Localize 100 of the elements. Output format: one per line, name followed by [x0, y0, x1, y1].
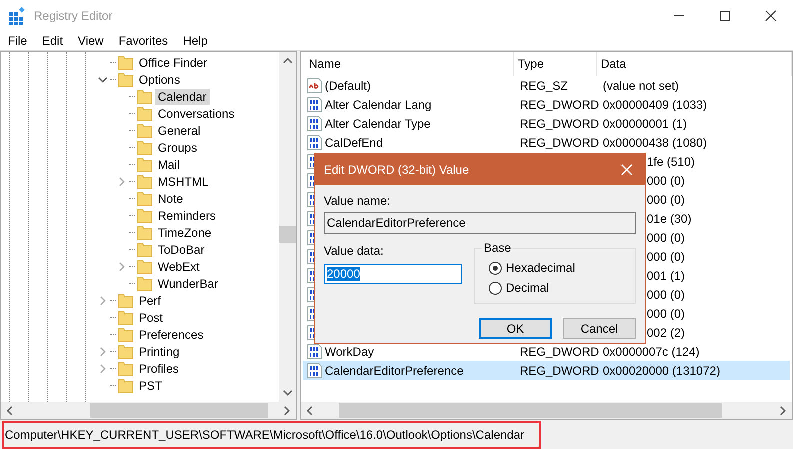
value-name: CalDefEnd [325, 136, 384, 150]
menu-item[interactable]: View [78, 34, 104, 48]
value-data: 002 (2) [647, 326, 686, 340]
value-data: 000 (0) [647, 288, 686, 302]
folder-icon [137, 258, 153, 274]
value-data: 000 (0) [647, 230, 686, 244]
folder-icon [137, 190, 153, 206]
folder-icon [118, 344, 134, 360]
folder-icon [118, 326, 134, 342]
value-data: (value not set) [603, 78, 680, 92]
tree-item[interactable]: Post [136, 310, 166, 326]
value-data: 000 (0) [647, 306, 686, 320]
list-row[interactable]: Alter Calendar Lang REG_DWORD 0x00000409 (1033) [303, 95, 790, 114]
radio-button[interactable] [489, 282, 502, 294]
maximize-icon[interactable] [719, 10, 731, 22]
value-name: Alter Calendar Type [325, 116, 431, 130]
folder-icon [118, 360, 134, 376]
tree-item[interactable]: Perf [136, 292, 164, 308]
dialog-title: Edit DWORD (32-bit) Value [324, 162, 470, 176]
tree-item[interactable]: Office Finder [136, 54, 210, 70]
value-data-field[interactable]: 20000 [324, 264, 462, 284]
chevron-left-icon[interactable] [305, 406, 315, 416]
chevron-right-icon[interactable] [282, 406, 292, 416]
scrollbar-thumb[interactable] [279, 226, 296, 243]
field-label: Value data: [324, 244, 385, 258]
folder-icon [137, 140, 153, 156]
tree-item[interactable]: ToDoBar [155, 242, 208, 258]
radio-label[interactable]: Decimal [506, 281, 550, 295]
menu-item[interactable]: Edit [42, 34, 64, 48]
value-name: (Default) [325, 78, 372, 92]
value-name: WorkDay [325, 344, 374, 358]
folder-icon [118, 72, 134, 88]
value-type: REG_DWORD [520, 364, 600, 378]
tree-item[interactable]: TimeZone [155, 224, 215, 240]
horizontal-scrollbar[interactable] [1, 402, 296, 419]
close-icon[interactable] [765, 10, 777, 22]
folder-icon [118, 54, 134, 70]
vertical-scrollbar[interactable] [279, 52, 296, 402]
tree-item[interactable]: Profiles [136, 360, 182, 376]
value-type: REG_DWORD [520, 98, 600, 112]
tree-item[interactable]: MSHTML [155, 174, 212, 190]
tree-item[interactable]: Groups [155, 140, 200, 156]
value-type: REG_DWORD [520, 116, 600, 130]
tree-item[interactable]: WunderBar [155, 276, 222, 292]
folder-icon [118, 310, 134, 326]
chevron-right-icon[interactable] [778, 406, 788, 416]
chevron-left-icon[interactable] [5, 406, 15, 416]
tree-item[interactable]: Calendar [155, 88, 210, 104]
tree-item[interactable]: PST [136, 378, 166, 394]
tree-item[interactable]: Note [155, 190, 186, 206]
tree-item[interactable]: Mail [155, 156, 184, 172]
tree-item[interactable]: Printing [136, 344, 183, 360]
tree-item[interactable]: WebExt [155, 258, 203, 274]
field-label: Value name: [324, 194, 392, 208]
folder-icon [137, 174, 153, 190]
value-name-field[interactable]: CalendarEditorPreference [324, 212, 636, 234]
dialog-button[interactable]: Cancel [563, 318, 636, 339]
value-data: 0x00020000 (131072) [603, 364, 720, 378]
list-row[interactable]: CalendarEditorPreference REG_DWORD 0x00020000 (131072) [303, 361, 790, 380]
tree-item[interactable]: Preferences [136, 326, 207, 342]
value-data: 0x0000007c (124) [603, 344, 700, 358]
value-data: 01e (30) [647, 212, 692, 226]
tree-item[interactable]: General [155, 122, 204, 138]
status-path: Computer\HKEY_CURRENT_USER\SOFTWARE\Microsoft\Office\16.0\Outlook\Options\Calendar [2, 420, 541, 448]
value-data: 000 (0) [647, 174, 686, 188]
scrollbar-thumb[interactable] [90, 403, 268, 418]
chevron-up-icon[interactable] [282, 56, 292, 66]
tree-item[interactable]: Reminders [155, 208, 220, 224]
horizontal-scrollbar[interactable] [301, 402, 792, 419]
value-data: 000 (0) [647, 192, 686, 206]
radio-button[interactable] [489, 262, 502, 274]
list-row[interactable]: CalDefEnd REG_DWORD 0x00000438 (1080) [303, 133, 790, 152]
binary-value-icon [307, 344, 323, 360]
radio-label[interactable]: Hexadecimal [506, 261, 576, 275]
list-row[interactable]: WorkDay REG_DWORD 0x0000007c (124) [303, 342, 790, 361]
binary-value-icon [307, 134, 323, 150]
folder-icon [118, 292, 134, 308]
menu-item[interactable]: Favorites [118, 34, 168, 48]
column-header[interactable]: Data [597, 52, 792, 76]
value-name: Alter Calendar Lang [325, 98, 432, 112]
list-row[interactable]: Alter Calendar Type REG_DWORD 0x00000001 (1) [303, 114, 790, 133]
folder-icon [137, 208, 153, 224]
folder-icon [137, 106, 153, 122]
value-data: 001 (1) [647, 268, 686, 282]
list-row[interactable]: (Default) REG_SZ (value not set) [303, 76, 790, 95]
binary-value-icon [307, 96, 323, 112]
menu-item[interactable]: File [8, 34, 28, 48]
folder-icon [118, 378, 134, 394]
column-header[interactable]: Type [514, 52, 597, 76]
string-value-icon [307, 78, 323, 94]
value-data: 0x00000409 (1033) [603, 98, 708, 112]
tree-item[interactable]: Options [136, 72, 184, 88]
tree-item[interactable]: Conversations [155, 106, 238, 122]
chevron-down-icon[interactable] [282, 388, 292, 398]
column-header[interactable]: Name [301, 52, 514, 76]
chevron-down-icon[interactable] [98, 74, 108, 84]
scrollbar-thumb[interactable] [339, 403, 722, 418]
dialog-button[interactable]: OK [479, 318, 552, 339]
folder-icon [137, 276, 153, 292]
menu-item[interactable]: Help [183, 34, 208, 48]
